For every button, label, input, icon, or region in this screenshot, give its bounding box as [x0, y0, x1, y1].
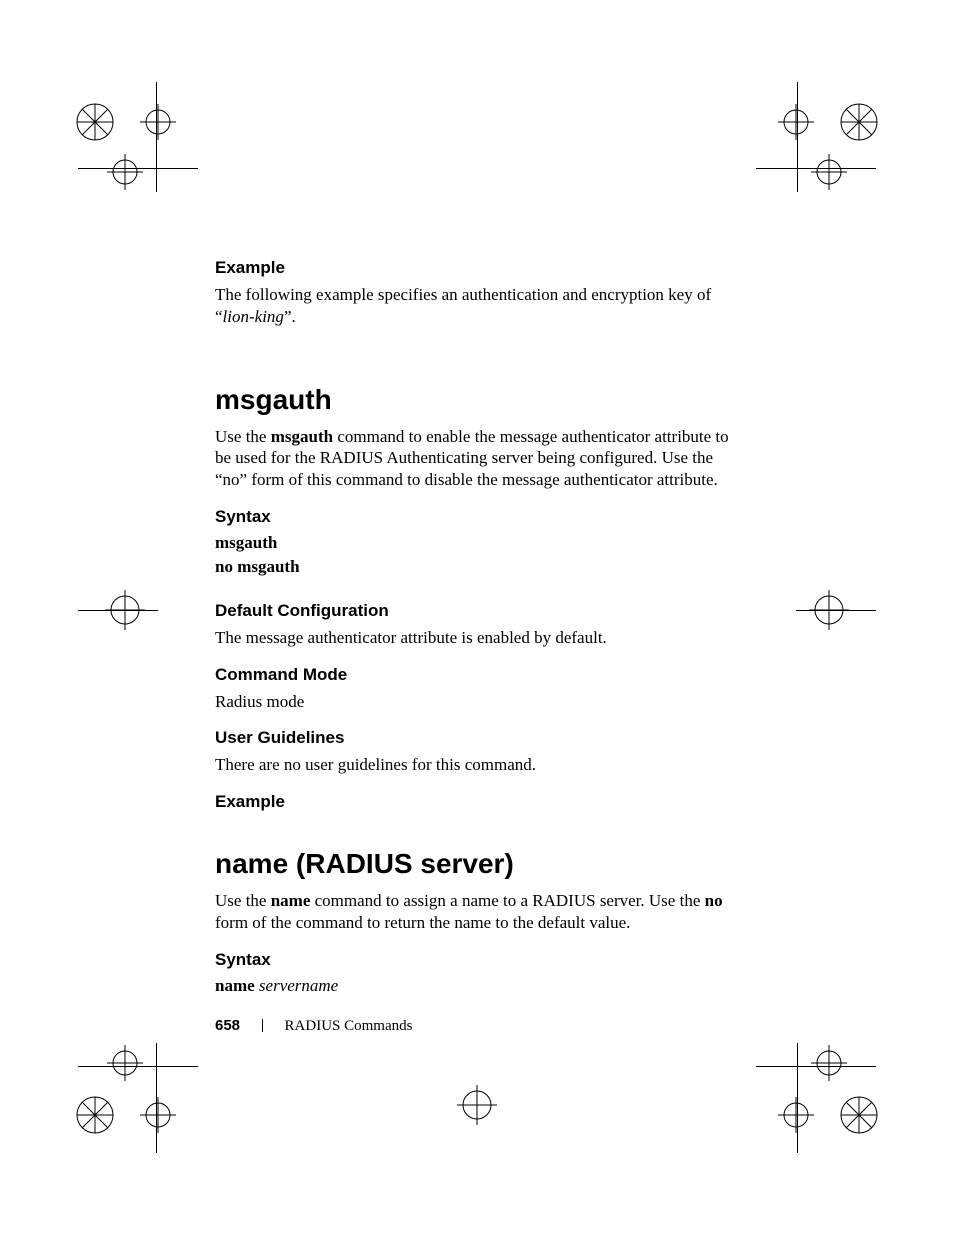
example-heading: Example — [215, 258, 735, 278]
default-config-heading: Default Configuration — [215, 601, 735, 621]
user-guidelines-heading: User Guidelines — [215, 728, 735, 748]
text: The following example specifies an authe… — [215, 285, 711, 304]
command-description: Use the name command to assign a name to… — [215, 890, 735, 934]
text: “ — [215, 307, 223, 326]
command-name: no — [705, 891, 723, 910]
command-name: name — [271, 891, 311, 910]
registration-mark-icon — [774, 1045, 884, 1155]
command-mode-heading: Command Mode — [215, 665, 735, 685]
syntax-keyword: name — [215, 976, 255, 995]
registration-mark-icon — [774, 80, 884, 190]
syntax-heading: Syntax — [215, 507, 735, 527]
page: Example The following example specifies … — [0, 0, 954, 1235]
content-area: Example The following example specifies … — [215, 258, 735, 1000]
command-name: msgauth — [271, 427, 333, 446]
crop-line — [756, 168, 876, 169]
crop-line — [796, 610, 876, 611]
registration-mark-icon — [70, 1045, 180, 1155]
syntax-line: no msgauth — [215, 557, 735, 577]
command-title-msgauth: msgauth — [215, 384, 735, 416]
crop-line — [797, 1043, 798, 1153]
crop-line — [797, 82, 798, 192]
text: command to assign a name to a RADIUS ser… — [310, 891, 704, 910]
command-title-name: name (RADIUS server) — [215, 848, 735, 880]
crop-line — [156, 82, 157, 192]
command-description: Use the msgauth command to enable the me… — [215, 426, 735, 491]
text: ”. — [284, 307, 296, 326]
crop-line — [756, 1066, 876, 1067]
footer-divider — [262, 1019, 263, 1032]
registration-mark-icon — [70, 80, 180, 190]
command-mode-body: Radius mode — [215, 691, 735, 713]
crop-line — [78, 610, 158, 611]
example-heading: Example — [215, 792, 735, 812]
syntax-line: name servername — [215, 976, 735, 996]
text: Use the — [215, 427, 271, 446]
text: Use the — [215, 891, 271, 910]
crop-line — [156, 1043, 157, 1153]
syntax-param: servername — [259, 976, 338, 995]
chapter-title: RADIUS Commands — [285, 1018, 413, 1034]
user-guidelines-body: There are no user guidelines for this co… — [215, 754, 735, 776]
default-config-body: The message authenticator attribute is e… — [215, 627, 735, 649]
example-paragraph: The following example specifies an authe… — [215, 284, 735, 328]
page-footer: 658 RADIUS Commands — [215, 1017, 412, 1035]
registration-mark-icon — [447, 1075, 507, 1135]
crop-line — [78, 1066, 198, 1067]
page-number: 658 — [215, 1017, 240, 1034]
literal-value: lion-king — [223, 307, 284, 326]
text: form of the command to return the name t… — [215, 913, 630, 932]
syntax-line: msgauth — [215, 533, 735, 553]
crop-line — [78, 168, 198, 169]
syntax-heading: Syntax — [215, 950, 735, 970]
